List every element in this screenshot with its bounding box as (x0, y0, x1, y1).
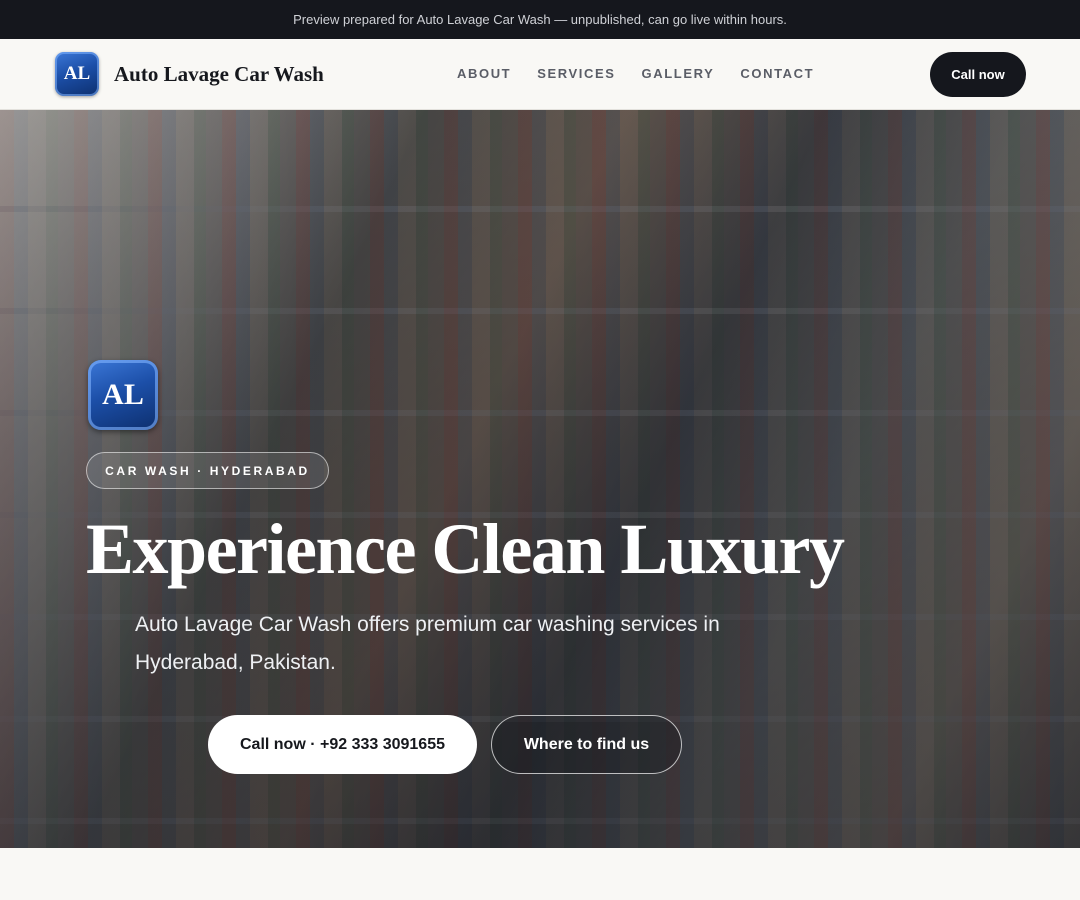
logo-badge[interactable]: AL (55, 52, 99, 96)
hero-eyebrow-pill: CAR WASH · HYDERABAD (86, 452, 329, 489)
nav-about[interactable]: ABOUT (457, 66, 511, 81)
announcement-text: Preview prepared for Auto Lavage Car Was… (293, 12, 787, 27)
main-nav: ABOUT SERVICES GALLERY CONTACT (457, 66, 814, 81)
brand-name[interactable]: Auto Lavage Car Wash (114, 62, 324, 87)
hero-section: AL CAR WASH · HYDERABAD Experience Clean… (0, 110, 1080, 848)
nav-gallery[interactable]: GALLERY (642, 66, 715, 81)
nav-services[interactable]: SERVICES (537, 66, 615, 81)
hero-find-us-button[interactable]: Where to find us (491, 715, 682, 774)
hero-title: Experience Clean Luxury (86, 509, 845, 589)
site-header: AL Auto Lavage Car Wash ABOUT SERVICES G… (0, 39, 1080, 110)
header-call-button[interactable]: Call now (930, 52, 1026, 97)
nav-contact[interactable]: CONTACT (740, 66, 814, 81)
announcement-bar: Preview prepared for Auto Lavage Car Was… (0, 0, 1080, 39)
hero-subtitle: Auto Lavage Car Wash offers premium car … (135, 613, 720, 674)
hero-logo-badge: AL (88, 360, 158, 430)
hero-call-button[interactable]: Call now · +92 333 3091655 (208, 715, 477, 774)
